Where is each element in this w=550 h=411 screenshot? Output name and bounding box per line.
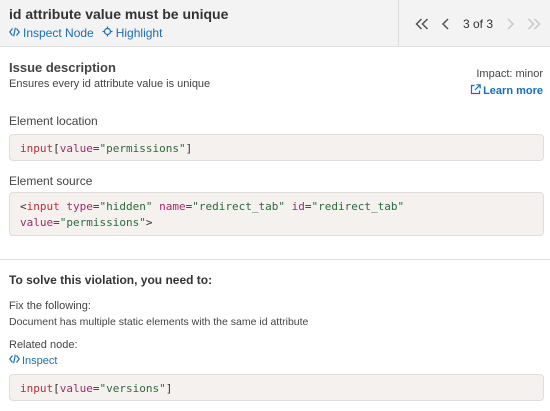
first-page-button[interactable]: [411, 13, 433, 35]
page-counter: 3 of 3: [462, 16, 494, 31]
issue-description-heading: Issue description: [9, 60, 116, 75]
header-actions: Inspect Node Highlight: [9, 26, 162, 40]
impact-label: Impact: minor: [476, 68, 543, 80]
issue-details: Issue description Ensures every id attri…: [0, 48, 550, 259]
element-source-code: <input type="hidden" name="redirect_tab"…: [9, 192, 544, 236]
inspect-related-node-link[interactable]: Inspect: [9, 354, 57, 367]
source-line-1: <input type="hidden" name="redirect_tab"…: [20, 200, 405, 213]
element-location-code: input[value="permissions"]: [9, 134, 544, 161]
learn-more-label: Learn more: [483, 85, 543, 97]
inspect-node-label: Inspect Node: [23, 26, 94, 40]
inspect-node-button[interactable]: Inspect Node: [9, 26, 94, 40]
double-chevron-left-icon: [415, 17, 429, 30]
element-location-label: Element location: [9, 114, 98, 128]
section-divider: [0, 259, 550, 260]
chevron-right-icon: [507, 17, 515, 30]
next-page-button[interactable]: [499, 13, 521, 35]
learn-more-link[interactable]: Learn more: [470, 84, 543, 98]
highlight-icon: [102, 26, 113, 40]
external-link-icon: [470, 84, 481, 98]
fix-text: Document has multiple static elements wi…: [9, 316, 309, 328]
code-icon: [9, 26, 20, 40]
double-chevron-right-icon: [527, 17, 541, 30]
related-node-label: Related node:: [9, 339, 78, 351]
highlight-button[interactable]: Highlight: [102, 26, 163, 40]
issue-header: id attribute value must be unique Inspec…: [0, 0, 550, 47]
chevron-left-icon: [441, 17, 449, 30]
last-page-button[interactable]: [523, 13, 545, 35]
element-source-label: Element source: [9, 174, 93, 188]
code-icon: [9, 354, 20, 367]
source-line-2: value="permissions">: [20, 216, 153, 229]
issue-description-text: Ensures every id attribute value is uniq…: [9, 78, 211, 90]
fix-label: Fix the following:: [9, 300, 91, 312]
issue-pager: 3 of 3: [398, 0, 550, 47]
highlight-label: Highlight: [115, 26, 163, 40]
related-node-code: input[value="versions"]: [9, 374, 544, 401]
inspect-label: Inspect: [22, 354, 58, 367]
issue-title: id attribute value must be unique: [9, 6, 229, 22]
solve-heading: To solve this violation, you need to:: [9, 273, 213, 287]
previous-page-button[interactable]: [435, 13, 457, 35]
